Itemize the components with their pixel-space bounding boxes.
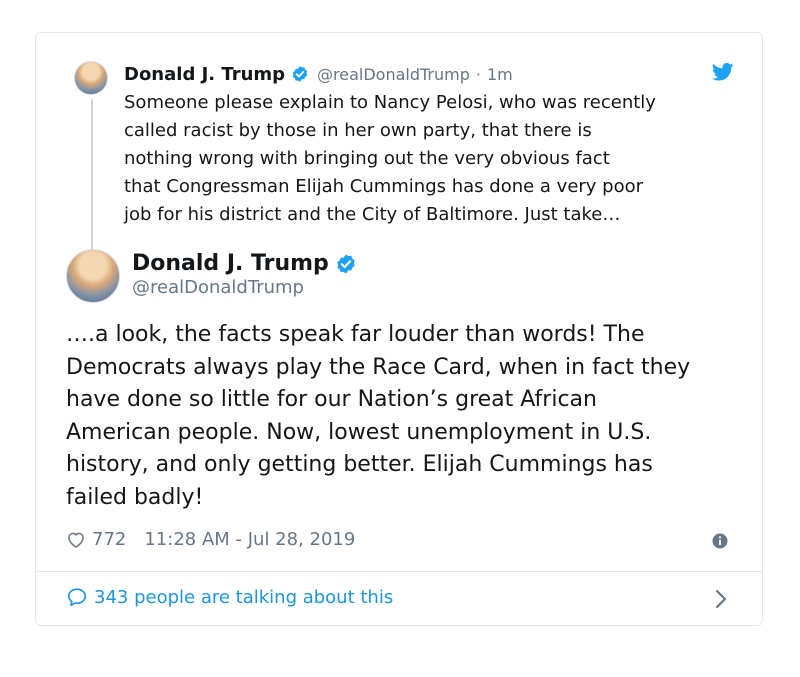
verified-badge-icon (292, 66, 308, 82)
quoted-tweet-avatar[interactable] (74, 61, 108, 95)
chevron-right-icon[interactable] (714, 588, 728, 610)
speech-bubble-icon (67, 588, 87, 607)
quoted-tweet-author-name[interactable]: Donald J. Trump (124, 64, 285, 85)
talking-about-label[interactable]: 343 people are talking about this (94, 587, 393, 608)
main-tweet-text: ….a look, the facts speak far louder tha… (66, 322, 691, 510)
tweet-timestamp[interactable]: 11:28 AM - Jul 28, 2019 (144, 529, 355, 550)
main-tweet-author[interactable]: Donald J. Trump (132, 251, 357, 276)
like-count[interactable]: 772 (92, 529, 126, 550)
conversation-footer[interactable]: 343 people are talking about this (36, 572, 762, 626)
verified-badge-icon (337, 253, 355, 274)
quoted-tweet[interactable]: Donald J. Trump @realDonaldTrump · 1m So… (36, 33, 762, 253)
quoted-tweet-handle[interactable]: @realDonaldTrump (317, 65, 470, 84)
heart-icon[interactable] (66, 530, 86, 550)
quoted-tweet-text: Someone please explain to Nancy Pelosi, … (124, 92, 656, 225)
quoted-tweet-time[interactable]: 1m (487, 65, 513, 84)
tweet-meta-row: 772 11:28 AM - Jul 28, 2019 (66, 529, 355, 550)
main-tweet-handle[interactable]: @realDonaldTrump (132, 277, 304, 298)
info-icon[interactable] (712, 533, 728, 549)
main-tweet-author-name[interactable]: Donald J. Trump (132, 251, 329, 276)
embedded-tweet-card: Donald J. Trump @realDonaldTrump · 1m So… (35, 32, 763, 626)
separator-dot: · (475, 64, 481, 84)
quoted-tweet-header: Donald J. Trump @realDonaldTrump · 1m (124, 62, 513, 86)
thread-connector-line (91, 99, 93, 249)
talking-about-link[interactable]: 343 people are talking about this (66, 586, 393, 608)
main-tweet-avatar[interactable] (66, 249, 120, 303)
twitter-bird-icon[interactable] (712, 63, 734, 81)
